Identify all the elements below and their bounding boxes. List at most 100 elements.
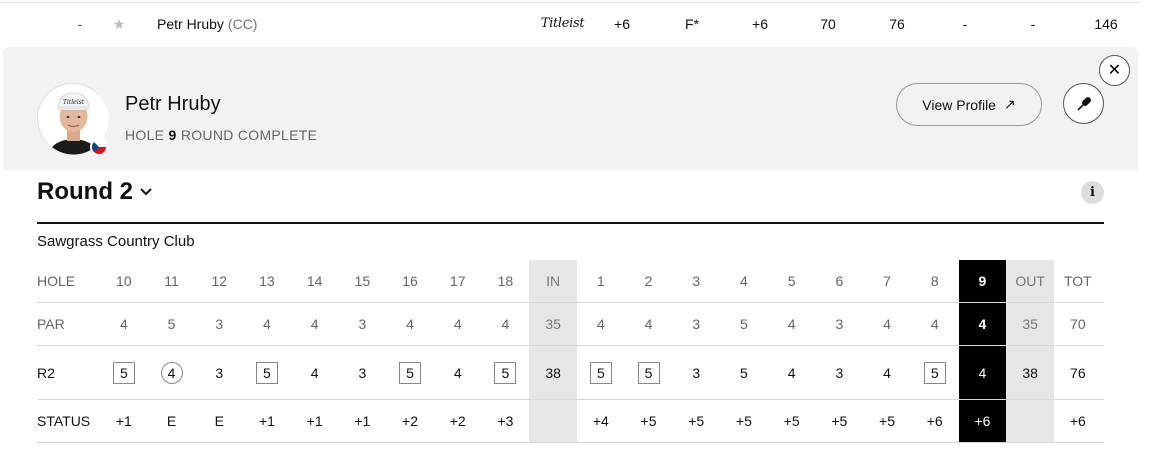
status-row-label: STATUS (37, 413, 91, 429)
score-cell: 3 (835, 364, 844, 381)
par-cell: 3 (358, 316, 367, 332)
hole-cell: 10 (116, 273, 132, 289)
score-cell: 5 (577, 346, 625, 399)
score-cell: 4 (787, 364, 796, 381)
hole-cell: 7 (883, 273, 891, 289)
status-cell: +1 (258, 413, 275, 429)
hole-cell: 9 (958, 260, 1007, 302)
bogey-score: 5 (923, 361, 946, 384)
par-cell: 3 (835, 316, 844, 332)
hole-cell: 17 (449, 273, 466, 289)
total-to-par: +6 (614, 16, 630, 32)
position: - (77, 16, 83, 32)
hole-cell: 11 (164, 273, 179, 289)
course-name: Sawgrass Country Club (37, 233, 195, 250)
scorecard-table: HOLE 10 11 12 13 14 15 16 17 18 IN 1 2 3 4 5 6 7 8 9 OUT TOT… (37, 260, 1104, 443)
status-cell: E (166, 413, 177, 429)
status-cell (529, 400, 577, 442)
hole-label: HOLE (125, 127, 165, 143)
status-cell: +6 (926, 413, 943, 429)
par-cell: 4 (310, 316, 319, 332)
external-link-icon: ↗ (1003, 96, 1016, 112)
par-row: PAR 4 5 3 4 4 3 4 4 4 35 4 4 3 5 4 3 4 4 4 35 70 (37, 303, 1104, 346)
bogey-score: 5 (637, 361, 660, 384)
score-cell: 3 (215, 364, 224, 381)
round-to-par: +6 (752, 16, 768, 32)
par-row-label: PAR (37, 316, 65, 332)
score-cell: 5 (386, 346, 434, 399)
par-cell: 4 (263, 316, 271, 332)
score-cell: 5 (243, 346, 291, 399)
hole-status: HOLE 9 ROUND COMPLETE (125, 127, 317, 143)
par-cell: 4 (501, 316, 510, 332)
total-strokes: 146 (1094, 16, 1118, 32)
view-profile-label: View Profile (922, 96, 996, 113)
player-name-heading: Petr Hruby (125, 93, 221, 115)
hole-cell: 16 (402, 273, 418, 289)
round-2-score: 76 (889, 16, 905, 32)
status-cell: +4 (592, 413, 609, 429)
microphone-icon (1076, 96, 1091, 111)
par-cell: 3 (692, 316, 701, 332)
status-cell: E (214, 413, 224, 429)
hole-cell: 4 (740, 273, 748, 289)
status-cell: +6 (1069, 413, 1086, 429)
czech-flag-icon (135, 18, 147, 30)
bogey-score: 5 (255, 361, 278, 384)
par-cell: 4 (787, 316, 796, 332)
score-cell: 4 (310, 364, 319, 381)
czech-flag-icon (90, 138, 108, 156)
status-cell: +6 (958, 400, 1007, 442)
hole-cell: TOT (1063, 273, 1092, 289)
status-cell: +5 (688, 413, 705, 429)
par-cell: 4 (406, 316, 414, 332)
round-status: ROUND COMPLETE (180, 127, 318, 143)
info-icon[interactable]: i (1081, 181, 1104, 204)
hole-cell: 3 (692, 273, 701, 289)
score-cell: 5 (740, 364, 748, 381)
score-cell: 5 (911, 346, 959, 399)
score-cell: 4 (883, 364, 891, 381)
hole-cell: 12 (211, 273, 228, 289)
birdie-score: 4 (160, 361, 183, 384)
par-cell: 4 (930, 316, 939, 332)
hole-cell: 2 (644, 273, 653, 289)
score-cell: 5 (482, 346, 530, 399)
close-button[interactable]: ✕ (1099, 55, 1130, 86)
par-cell: 35 (1006, 303, 1054, 345)
par-cell: 4 (883, 316, 891, 332)
par-cell: 4 (596, 316, 605, 332)
score-cell: 5 (100, 346, 148, 399)
thru: F* (685, 16, 699, 32)
round-3-score: - (962, 16, 968, 32)
score-cell: 4 (958, 346, 1007, 399)
close-icon: ✕ (1107, 61, 1122, 79)
par-cell: 4 (453, 316, 462, 332)
view-profile-button[interactable]: View Profile ↗ (896, 83, 1042, 126)
hole-cell: IN (529, 260, 577, 302)
hole-row-label: HOLE (37, 273, 76, 289)
score-cell: 38 (1006, 346, 1054, 399)
favorite-star-icon[interactable]: ★ (110, 3, 128, 45)
par-cell: 4 (958, 303, 1007, 345)
hole-cell: 18 (497, 273, 514, 289)
status-cell: +2 (449, 413, 466, 429)
hole-cell: 6 (835, 273, 844, 289)
score-cell: 4 (148, 346, 196, 399)
bogey-score: 5 (112, 361, 135, 384)
score-cell: 5 (625, 346, 673, 399)
hole-number: 9 (168, 127, 177, 143)
round-1-score: 70 (820, 16, 836, 32)
round-selector[interactable]: Round 2 (37, 178, 153, 206)
round-title: Round 2 (37, 178, 133, 205)
leaderboard-row[interactable]: - ★ Petr Hruby (CC) Titleist +6 F* +6 70 … (0, 2, 1140, 44)
score-cell: 3 (692, 364, 701, 381)
round-4-score: - (1030, 16, 1036, 32)
score-row-label: R2 (37, 364, 55, 381)
par-cell: 4 (119, 316, 128, 332)
microphone-button[interactable] (1063, 83, 1104, 124)
bogey-score: 5 (494, 361, 517, 384)
bogey-score: 5 (589, 361, 612, 384)
status-cell (1006, 400, 1054, 442)
player-name-link[interactable]: Petr Hruby (CC) (157, 3, 257, 45)
